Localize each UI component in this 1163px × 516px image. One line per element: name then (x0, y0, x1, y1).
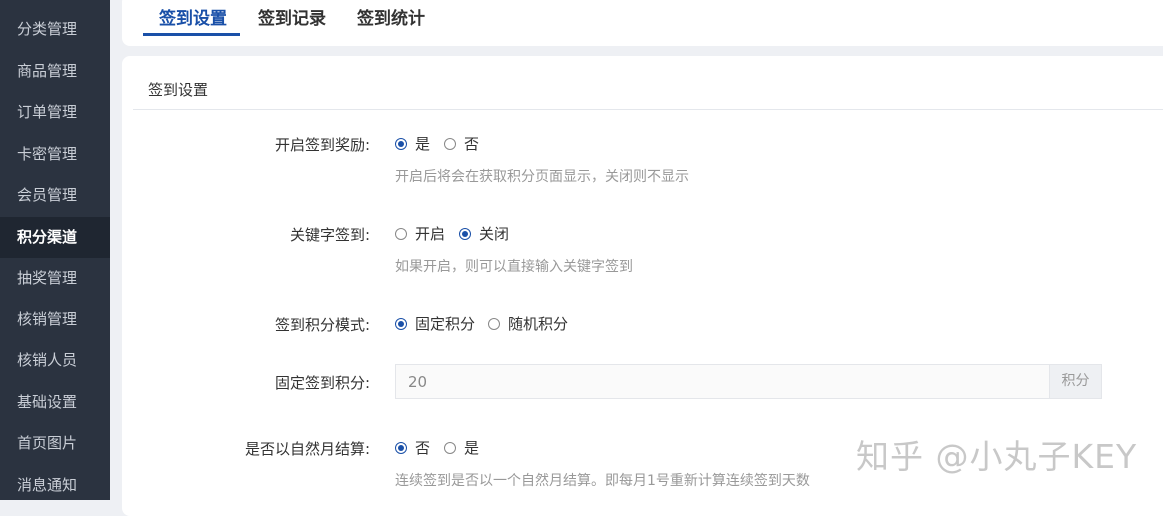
fixed-points-input[interactable] (396, 365, 1050, 398)
points-unit-addon: 积分 (1049, 365, 1101, 398)
radio-checked-icon (395, 318, 407, 330)
sidebar-item-points-channel[interactable]: 积分渠道 (0, 217, 110, 258)
enable-reward-label: 开启签到奖励: (274, 136, 370, 154)
keyword-signin-label: 关键字签到: (289, 226, 370, 244)
fixed-points-input-group: 积分 (395, 364, 1102, 399)
sidebar: 分类管理 商品管理 订单管理 卡密管理 会员管理 积分渠道 抽奖管理 核销管理 … (0, 0, 110, 500)
option-label: 否 (464, 135, 480, 153)
sidebar-item-verifiers[interactable]: 核销人员 (0, 340, 110, 381)
sidebar-item-products[interactable]: 商品管理 (0, 51, 110, 92)
radio-unchecked-icon (444, 442, 456, 454)
section-divider (133, 109, 1163, 110)
radio-unchecked-icon (444, 138, 456, 150)
tab-signin-records[interactable]: 签到记录 (258, 0, 326, 42)
points-mode-label: 签到积分模式: (274, 316, 370, 334)
radio-unchecked-icon (395, 228, 407, 240)
natural-month-label: 是否以自然月结算: (244, 440, 370, 458)
sidebar-item-basic-settings[interactable]: 基础设置 (0, 382, 110, 423)
watermark: 知乎 @小丸子KEY (856, 437, 1138, 476)
keyword-signin-help: 如果开启，则可以直接输入关键字签到 (395, 259, 633, 275)
sidebar-item-category[interactable]: 分类管理 (0, 9, 110, 50)
option-label: 随机积分 (508, 315, 569, 333)
radio-checked-icon (395, 442, 407, 454)
sidebar-item-verification[interactable]: 核销管理 (0, 299, 110, 340)
fixed-points-label: 固定签到积分: (274, 374, 370, 392)
option-label: 开启 (415, 225, 446, 243)
enable-reward-help: 开启后将会在获取积分页面显示，关闭则不显示 (395, 169, 689, 185)
option-label: 关闭 (479, 225, 510, 243)
natural-month-help: 连续签到是否以一个自然月结算。即每月1号重新计算连续签到天数 (395, 473, 810, 489)
sidebar-item-home-images[interactable]: 首页图片 (0, 423, 110, 464)
radio-checked-icon (395, 138, 407, 150)
section-title: 签到设置 (148, 81, 209, 99)
option-label: 否 (415, 439, 431, 457)
option-label: 固定积分 (415, 315, 476, 333)
sidebar-item-lottery[interactable]: 抽奖管理 (0, 258, 110, 299)
option-label: 是 (464, 439, 480, 457)
sidebar-item-members[interactable]: 会员管理 (0, 175, 110, 216)
option-label: 是 (415, 135, 431, 153)
sidebar-item-orders[interactable]: 订单管理 (0, 92, 110, 133)
radio-checked-icon (459, 228, 471, 240)
radio-unchecked-icon (488, 318, 500, 330)
sidebar-item-cards[interactable]: 卡密管理 (0, 134, 110, 175)
active-tab-indicator (143, 33, 240, 36)
tab-signin-statistics[interactable]: 签到统计 (357, 0, 425, 42)
